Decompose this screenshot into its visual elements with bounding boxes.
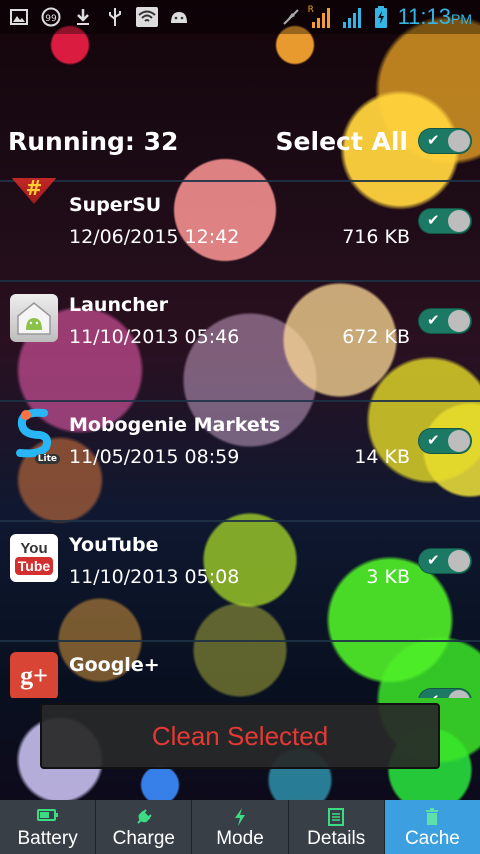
list-icon xyxy=(328,808,345,828)
toggle-knob xyxy=(448,210,470,232)
clean-selected-button[interactable]: Clean Selected xyxy=(40,703,440,769)
app-date: 12/06/2015 12:42 xyxy=(69,226,240,248)
lightning-icon xyxy=(233,808,247,828)
app-date: 11/10/2013 05:46 xyxy=(69,326,240,348)
tab-label: Mode xyxy=(216,828,264,849)
check-icon: ✔ xyxy=(427,431,440,449)
toggle-knob xyxy=(448,430,470,452)
supersu-icon-glyph: # xyxy=(25,178,43,200)
battery-icon xyxy=(36,808,59,828)
check-icon: ✔ xyxy=(427,691,440,698)
app-name: SuperSU xyxy=(69,194,162,216)
running-app-list[interactable]: # SuperSU 12/06/2015 12:42 716 KB ✔ Laun… xyxy=(0,178,480,698)
badge-99-icon: 99 xyxy=(40,7,62,27)
youtube-icon: You Tube xyxy=(10,534,58,582)
app-size: 672 KB xyxy=(342,326,410,348)
supersu-icon: # xyxy=(10,178,58,204)
lite-badge: Lite xyxy=(34,454,60,464)
image-icon xyxy=(8,7,30,27)
clock: 11:13PM xyxy=(398,4,472,30)
tab-charge[interactable]: Charge xyxy=(96,800,193,854)
mobogenie-icon: Lite xyxy=(10,408,60,464)
plug-icon xyxy=(135,808,153,828)
tab-label: Charge xyxy=(112,828,175,849)
tab-label: Battery xyxy=(17,828,78,849)
app-date: 11/10/2013 05:08 xyxy=(69,566,240,588)
bottom-tab-bar: Battery Charge Mode Details Cache xyxy=(0,800,480,854)
toggle-knob xyxy=(448,130,470,152)
app-toggle[interactable]: ✔ xyxy=(418,688,472,698)
app-size: 716 KB xyxy=(342,226,410,248)
download-icon xyxy=(72,7,94,27)
app-size: 14 KB xyxy=(354,446,410,468)
check-icon: ✔ xyxy=(427,211,440,229)
tab-battery[interactable]: Battery xyxy=(0,800,97,854)
status-bar: 99 R 11:13PM xyxy=(0,0,480,34)
check-icon: ✔ xyxy=(427,131,440,149)
android-icon xyxy=(168,7,190,27)
trash-icon xyxy=(425,808,439,828)
select-all-label: Select All xyxy=(275,126,408,156)
list-item[interactable]: Launcher 11/10/2013 05:46 672 KB ✔ xyxy=(0,280,480,400)
list-header: Running: 32 Select All ✔ xyxy=(0,118,480,164)
signal-icon xyxy=(340,7,364,28)
app-name: Launcher xyxy=(69,294,169,316)
roaming-signal-icon: R xyxy=(307,5,334,28)
toggle-knob xyxy=(448,310,470,332)
usb-icon xyxy=(104,7,126,27)
badge-count: 99 xyxy=(45,14,57,24)
app-date: 11/05/2015 08:59 xyxy=(69,446,240,468)
android-launcher-icon xyxy=(10,294,58,342)
toggle-knob xyxy=(448,690,470,698)
app-toggle[interactable]: ✔ xyxy=(418,308,472,334)
select-all-toggle[interactable]: ✔ xyxy=(418,128,472,154)
tab-label: Details xyxy=(307,828,366,849)
list-item[interactable]: You Tube YouTube 11/10/2013 05:08 3 KB ✔ xyxy=(0,520,480,640)
running-count: Running: 32 xyxy=(8,126,179,156)
list-item[interactable]: Lite Mobogenie Markets 11/05/2015 08:59 … xyxy=(0,400,480,520)
select-all: Select All ✔ xyxy=(276,127,472,156)
clock-ampm: PM xyxy=(451,11,472,27)
mute-icon xyxy=(280,7,302,27)
clock-time: 11:13 xyxy=(397,4,451,29)
app-name: Mobogenie Markets xyxy=(69,414,281,436)
youtube-you: You xyxy=(20,540,48,557)
tab-mode[interactable]: Mode xyxy=(192,800,289,854)
app-toggle[interactable]: ✔ xyxy=(418,208,472,234)
app-toggle[interactable]: ✔ xyxy=(418,428,472,454)
battery-charging-icon xyxy=(370,6,392,28)
app-name: YouTube xyxy=(69,534,159,556)
app-name: Google+ xyxy=(69,654,160,676)
roaming-label: R xyxy=(307,5,314,15)
youtube-tube: Tube xyxy=(14,557,54,575)
app-size: 3 KB xyxy=(366,566,410,588)
toggle-knob xyxy=(448,550,470,572)
wifi-icon xyxy=(136,7,158,27)
tab-details[interactable]: Details xyxy=(288,800,385,854)
google-plus-icon: g+ xyxy=(10,652,58,698)
check-icon: ✔ xyxy=(427,311,440,329)
list-item[interactable]: g+ Google+ ✔ xyxy=(0,640,480,698)
google-plus-glyph: g+ xyxy=(20,661,48,690)
check-icon: ✔ xyxy=(427,551,440,569)
app-toggle[interactable]: ✔ xyxy=(418,548,472,574)
tab-cache[interactable]: Cache xyxy=(384,800,480,854)
tab-label: Cache xyxy=(404,828,460,849)
